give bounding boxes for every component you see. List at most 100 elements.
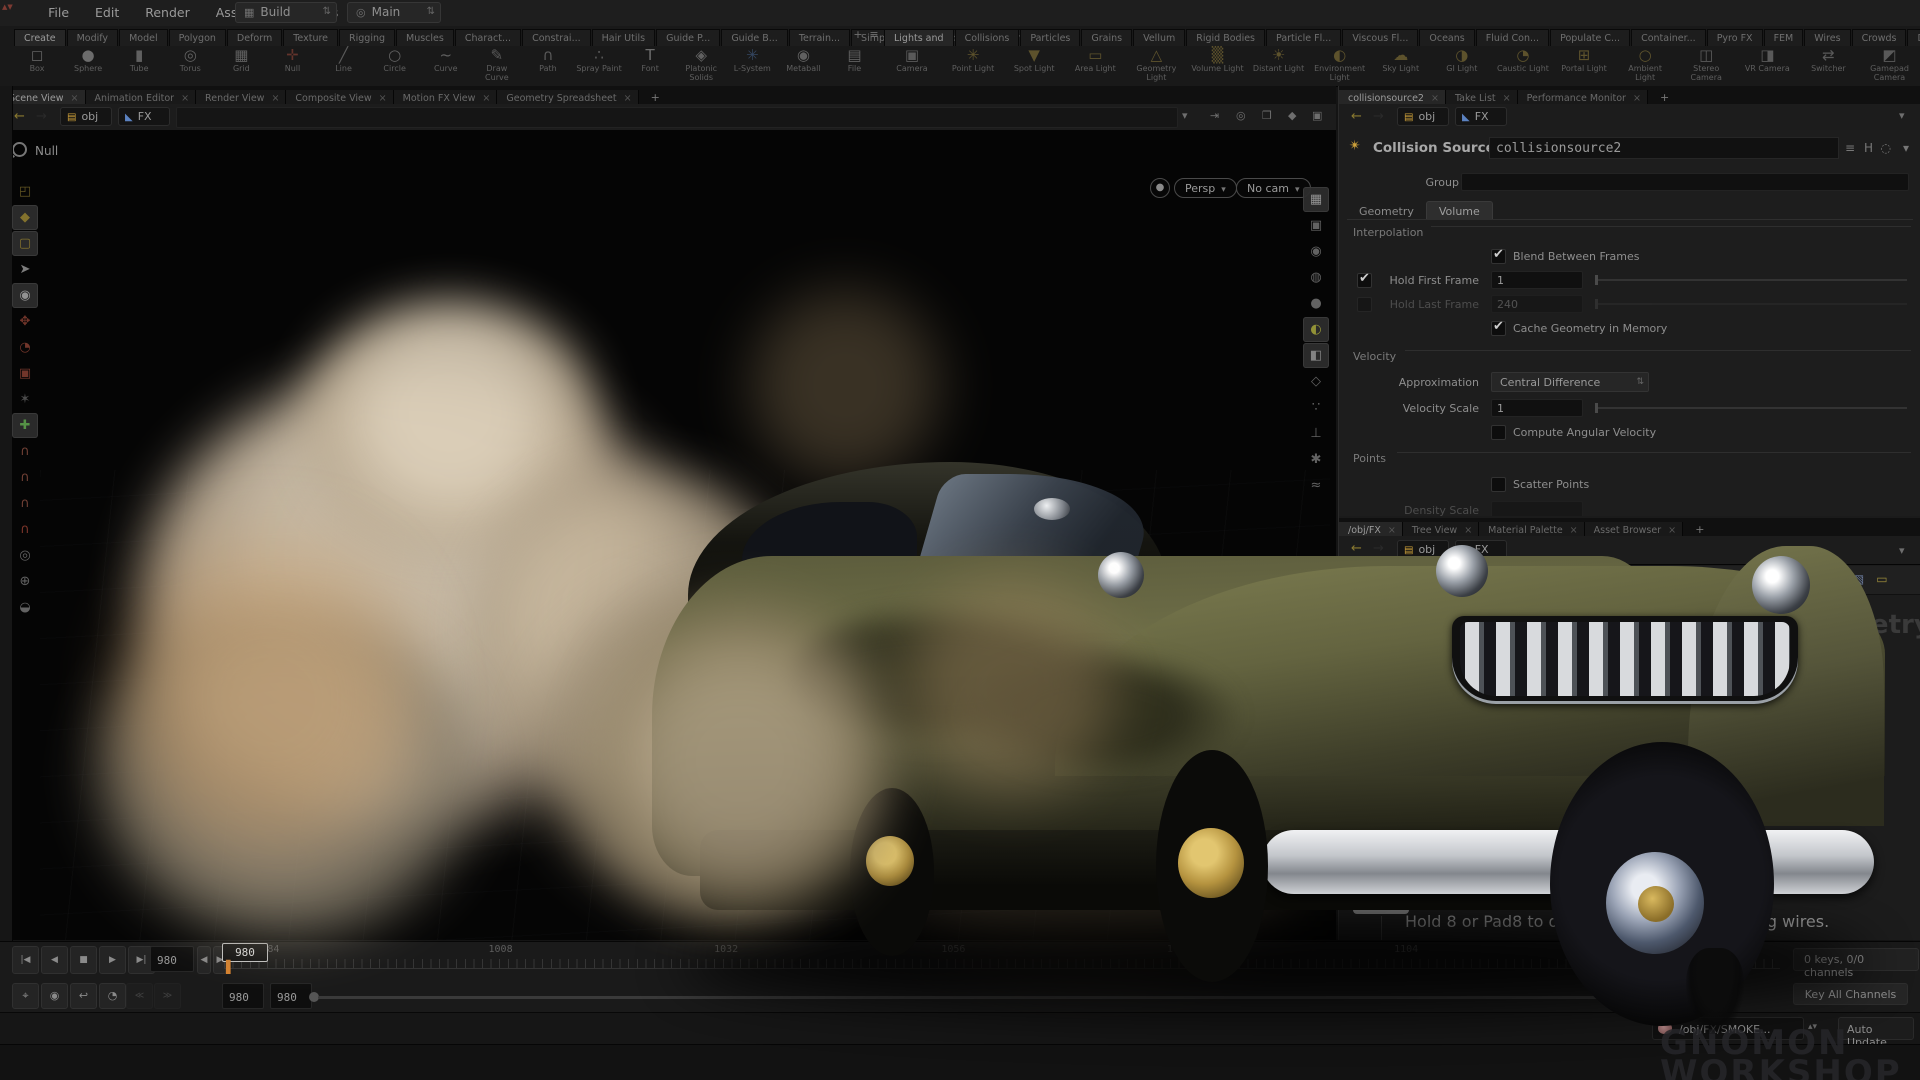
menu-item[interactable]: Go [1431, 566, 1470, 592]
fog-icon[interactable]: ≈ [1303, 473, 1329, 498]
path-dropdown-icon[interactable]: ▾ [1182, 109, 1188, 122]
shelf-tool-portal-light[interactable]: ⊞ Portal Light [1556, 45, 1612, 74]
cache-checkbox[interactable] [1491, 321, 1506, 336]
path-context-chip[interactable]: ▤obj [1397, 540, 1449, 559]
move-tool-icon[interactable]: ✥ [12, 309, 38, 334]
net-notes-icon[interactable]: ▤ [1824, 566, 1847, 592]
hold-first-slider[interactable] [1595, 279, 1907, 281]
audio-toggle-icon[interactable]: ◉ [41, 983, 68, 1009]
lighting-icon[interactable]: ◐ [1303, 317, 1329, 342]
range-end-field[interactable]: 1145 [1610, 983, 1652, 1009]
shelf-tool-spot-light[interactable]: ▼ Spot Light [1006, 45, 1062, 74]
shelf-tab[interactable]: Fluid Con... [1476, 29, 1549, 46]
shelf-tab[interactable]: Modify [67, 29, 118, 46]
shelf-tool-null[interactable]: ✛ Null [269, 45, 315, 74]
range-limit-icon[interactable]: ≫ [154, 983, 181, 1009]
shelf-tool-point-light[interactable]: ✳ Point Light [945, 45, 1001, 74]
shelf-tool-tube[interactable]: ▮ Tube [116, 45, 162, 74]
view-pivot-icon[interactable]: ◎ [12, 543, 38, 568]
shelf-tool-line[interactable]: ╱ Line [321, 45, 367, 74]
menu-item[interactable]: File [35, 0, 82, 25]
shelf-menu-button[interactable]: ≡ [866, 28, 882, 41]
pin-pane-icon[interactable]: ⇥ [1210, 109, 1219, 122]
shelf-tab[interactable]: Guide P... [656, 29, 720, 46]
persp-view-button[interactable]: Persp [1174, 178, 1237, 198]
shelf-tab[interactable]: Rigging [339, 29, 395, 46]
menu-item[interactable]: Edit [1386, 566, 1431, 592]
shelf-tool-platonic-solids[interactable]: ◈ Platonic Solids [678, 45, 724, 82]
transport-button[interactable]: ▶ [99, 946, 126, 974]
wireframe-icon[interactable]: ◇ [1303, 369, 1329, 394]
snap-point-icon[interactable]: ∩ [12, 491, 38, 516]
back-icon[interactable]: ← [1351, 541, 1362, 556]
snapshot-icon[interactable]: ▣ [1303, 213, 1329, 238]
transport-button[interactable]: ■ [70, 946, 97, 974]
help-icon[interactable]: H [1864, 141, 1873, 155]
paste-state-icon[interactable]: ◰ [12, 179, 38, 204]
group-field[interactable] [1461, 173, 1909, 191]
path-node-chip[interactable]: ◣FX [1455, 107, 1507, 126]
shelf-tab[interactable]: Model [119, 29, 168, 46]
path-node-chip[interactable]: ◣FX [118, 107, 170, 126]
timeline-ruler[interactable]: 984100810321056108011041128 980 ▌ [224, 944, 1780, 974]
shelf-tab[interactable]: FEM [1764, 29, 1804, 46]
net-list-icon[interactable]: ▤ [1733, 566, 1756, 592]
rotate-tool-icon[interactable]: ◔ [12, 335, 38, 360]
net-frame-icon[interactable]: ▫ [1780, 566, 1800, 592]
key-all-channels-button[interactable]: Key All Channels [1793, 983, 1908, 1005]
menu-item[interactable]: Edit [82, 0, 132, 25]
follow-icon[interactable]: ◎ [1236, 109, 1246, 122]
camera-axis-icon[interactable]: ⊕ [12, 569, 38, 594]
forward-icon[interactable]: → [36, 109, 47, 124]
shelf-tool-spray-paint[interactable]: ∴ Spray Paint [576, 45, 622, 74]
frame-step-button[interactable]: ◀ [197, 946, 211, 974]
shelf-tool-vr-camera[interactable]: ◨ VR Camera [1739, 45, 1795, 74]
shelf-tool-sky-light[interactable]: ☁ Sky Light [1373, 45, 1429, 74]
shelf-tab[interactable]: Oceans [1419, 29, 1474, 46]
particles-icon[interactable]: ✱ [1303, 447, 1329, 472]
menu-item[interactable]: Layout [1572, 566, 1635, 592]
select-tool-icon[interactable]: ➤ [12, 257, 38, 282]
snap-curve-icon[interactable]: ∩ [12, 465, 38, 490]
network-editor[interactable]: /obj/FXTree ViewMaterial PaletteAsset Br… [1338, 518, 1920, 940]
snap-grid-icon[interactable]: ∩ [12, 439, 38, 464]
frame-field[interactable]: 980 [150, 946, 194, 972]
loop-mode-icon[interactable]: ↩ [70, 983, 97, 1009]
new-pane-tab-button[interactable]: + [1653, 91, 1676, 104]
forward-icon[interactable]: → [1373, 541, 1384, 556]
ghost-objects-icon[interactable]: ◍ [1303, 265, 1329, 290]
new-pane-tab-button[interactable]: + [644, 91, 667, 104]
shelf-tool-stereo-camera[interactable]: ◫ Stereo Camera [1678, 45, 1734, 82]
net-tools-icon[interactable]: ✱ [1689, 566, 1711, 592]
box-state-icon[interactable]: ▢ [12, 231, 38, 256]
node-name-field[interactable]: collisionsource2 [1489, 137, 1839, 159]
realtime-toggle-icon[interactable]: ⌖ [12, 983, 39, 1009]
shelf-tab[interactable]: Deform [227, 29, 282, 46]
node-flag[interactable] [1599, 610, 1608, 618]
shelf-tool-lsystem[interactable]: ✳ L-System [729, 45, 775, 74]
shelf-tool-ambient-light[interactable]: ○ Ambient Light [1617, 45, 1673, 82]
search-icon[interactable]: ◌ [1881, 141, 1891, 155]
shade-mode-icon[interactable]: ◧ [1303, 343, 1329, 368]
blend-checkbox[interactable] [1491, 249, 1506, 264]
presets-icon[interactable]: ≡ [1845, 141, 1855, 155]
normals-icon[interactable]: ⊥ [1303, 421, 1329, 446]
scatter-checkbox[interactable] [1491, 477, 1506, 492]
node-attribdelete1[interactable]: ⚑ [1353, 898, 1409, 914]
shelf-tab[interactable]: Collisions [955, 29, 1020, 46]
shelf-tab[interactable]: Particles [1020, 29, 1080, 46]
shelf-tab[interactable]: Viscous Fl... [1342, 29, 1418, 46]
menu-item[interactable]: View [1470, 566, 1520, 592]
shelf-tab[interactable]: Rigid Bodies [1186, 29, 1265, 46]
net-snapshot-icon[interactable]: ▧ [1847, 566, 1870, 592]
global-start-field[interactable]: 980 [222, 983, 264, 1009]
menu-item[interactable]: Tools [1520, 566, 1572, 592]
net-window-icon[interactable]: ▣ [1800, 566, 1823, 592]
back-icon[interactable]: ← [1351, 109, 1362, 124]
camera-select-button[interactable]: No cam [1236, 178, 1311, 198]
hold-last-slider[interactable] [1595, 303, 1907, 305]
shelf-tool-file[interactable]: ▤ File [832, 45, 878, 74]
shelf-tool-draw-curve[interactable]: ✎ Draw Curve [474, 45, 520, 82]
playhead-marker[interactable]: ▌ [226, 960, 235, 974]
shelf-tool-box[interactable]: ◻ Box [14, 45, 60, 74]
